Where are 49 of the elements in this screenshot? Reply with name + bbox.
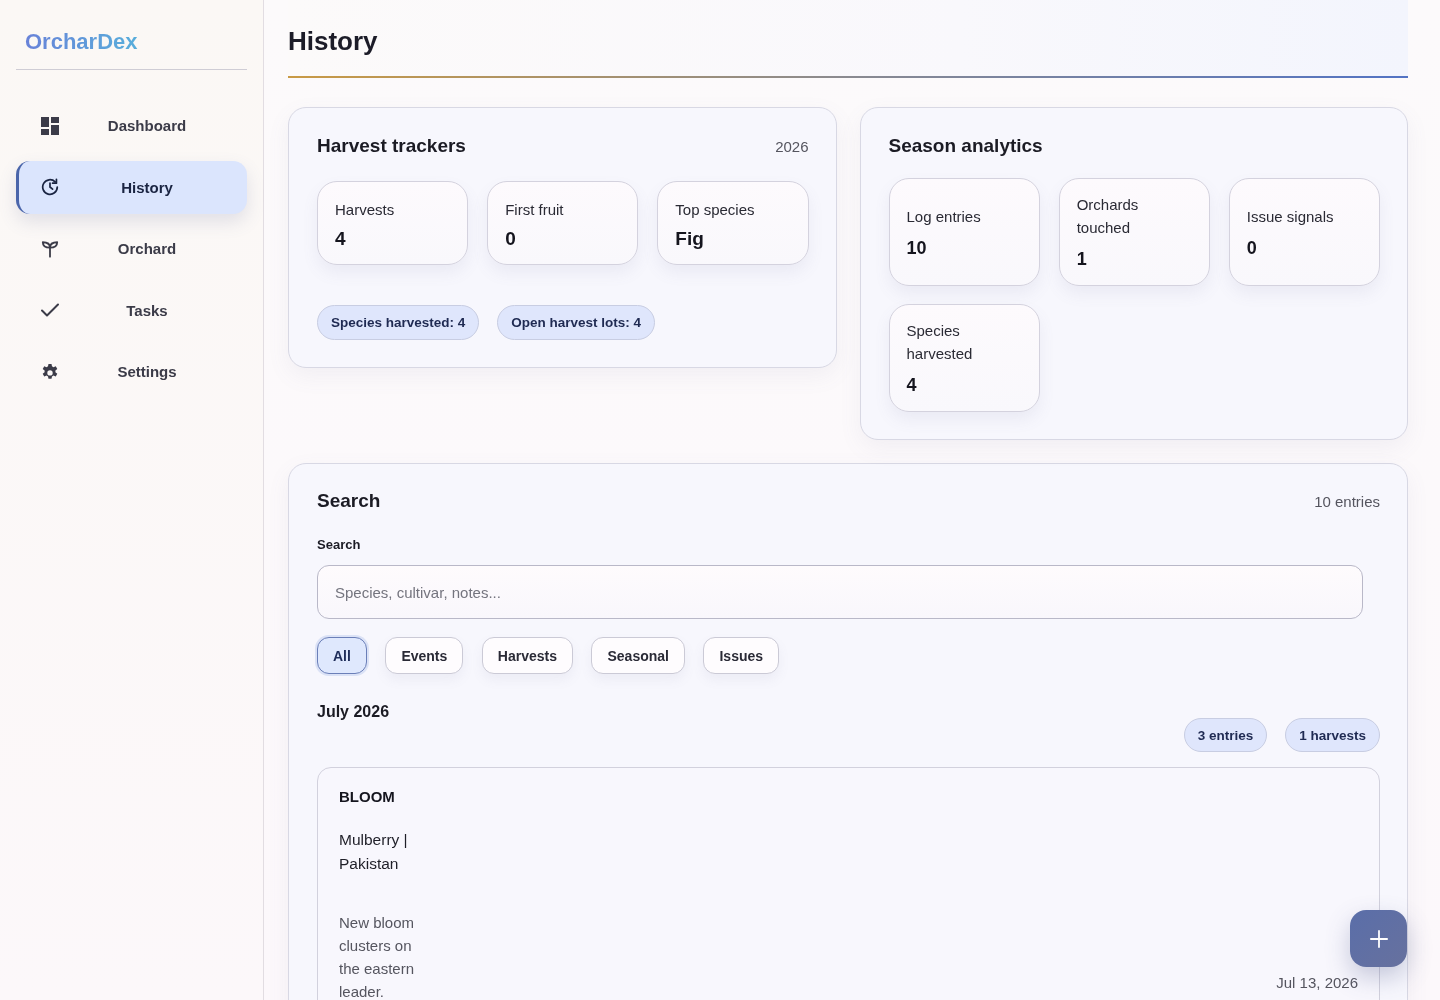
card-title: Search <box>317 490 381 512</box>
nav-item[interactable]: Settings <box>16 345 247 398</box>
stat-label: Log entries <box>906 206 982 227</box>
filter-tab[interactable]: Events <box>385 637 464 674</box>
check-icon <box>41 301 59 319</box>
filter-tab[interactable]: Issues <box>703 637 780 674</box>
field-label: Search <box>317 537 362 553</box>
entry-notes: New bloom clusters on the eastern leader. <box>339 913 416 1000</box>
summary-chip: Open harvest lots: 4 <box>497 305 656 340</box>
stat-label: Issue signals <box>1246 206 1335 227</box>
settings-icon <box>41 362 59 381</box>
nav-item[interactable]: Orchard <box>16 222 247 275</box>
entry-subject: Mulberry | Pakistan <box>339 830 409 874</box>
log-entry-card[interactable]: BLOOM Mulberry | Pakistan New bloom clusters on the eastern leader. Jul 13, 2026 <box>317 767 1380 1000</box>
filter-tab[interactable]: All <box>317 637 367 674</box>
stat-value: 4 <box>906 374 918 397</box>
search-input[interactable]: Species, cultivar, notes... <box>317 565 1363 619</box>
stat-value: 10 <box>906 236 928 260</box>
count-chip: 3 entries <box>1183 718 1268 752</box>
nav-item[interactable]: Dashboard <box>16 99 247 152</box>
stat-value: 0 <box>505 227 517 251</box>
dashboard-icon <box>41 116 59 135</box>
sprout-icon <box>41 239 59 258</box>
stat-value: 0 <box>1246 236 1258 260</box>
stat-label: First fruit <box>505 200 565 220</box>
card-title: Harvest trackers <box>317 135 466 157</box>
add-button[interactable] <box>1350 910 1407 967</box>
stat-value: Fig <box>675 227 705 251</box>
nav-item[interactable]: Tasks <box>16 283 247 337</box>
year-label: 2026 <box>775 137 809 155</box>
page-title: History <box>288 25 378 57</box>
plus-icon <box>1369 929 1388 948</box>
filter-tab[interactable]: Harvests <box>481 637 573 674</box>
entry-count: 10 entries <box>1314 492 1380 510</box>
stat-label: Top species <box>675 200 756 220</box>
stat-value: 4 <box>335 227 347 251</box>
stat-label: Species harvested <box>906 321 974 364</box>
stat-label: Harvests <box>335 200 396 220</box>
month-heading: July 2026 <box>317 702 390 722</box>
entry-date: Jul 13, 2026 <box>1276 973 1358 993</box>
summary-chip: Species harvested: 4 <box>317 305 480 340</box>
nav-item[interactable]: History <box>16 160 247 214</box>
history-icon <box>41 178 59 196</box>
entry-type: BLOOM <box>339 788 396 806</box>
stat-label: Orchards touched <box>1076 195 1140 238</box>
stat-value: 1 <box>1076 248 1088 271</box>
card-title: Season analytics <box>888 135 1043 157</box>
filter-tab[interactable]: Seasonal <box>591 637 685 674</box>
count-chip: 1 harvests <box>1285 718 1380 752</box>
